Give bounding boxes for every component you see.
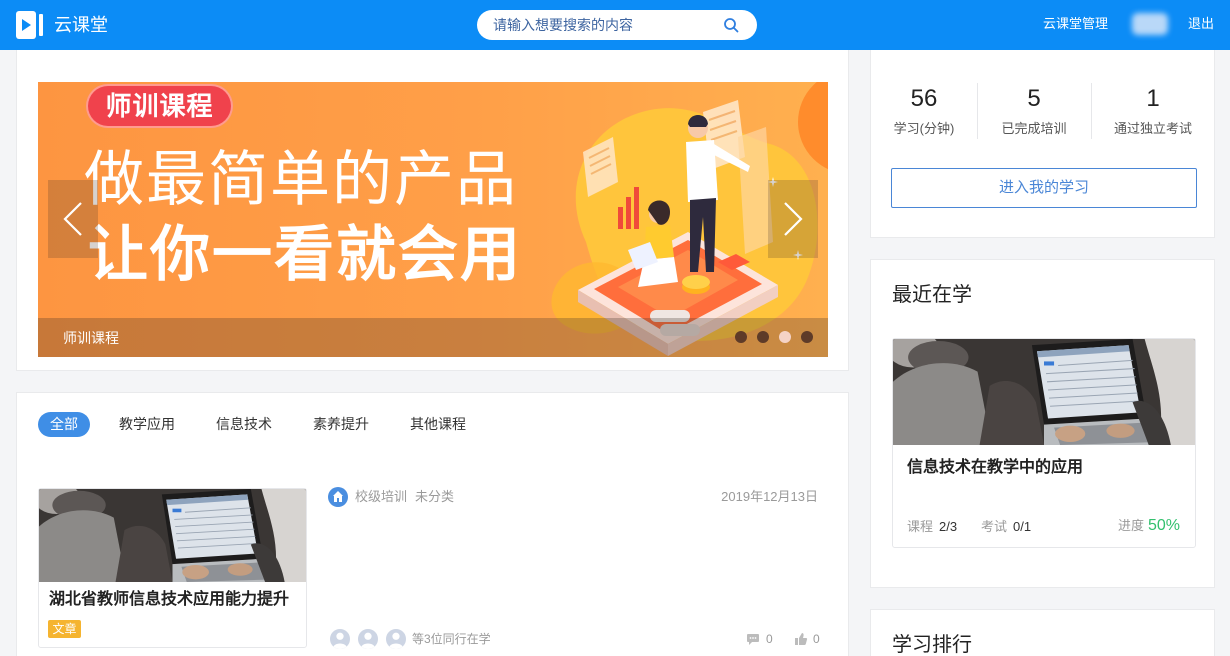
laptop-photo: [893, 339, 1195, 445]
learner-avatar[interactable]: [329, 628, 351, 650]
stat-label: 通过独立考试: [1113, 121, 1192, 136]
chevron-left-icon: [63, 202, 82, 236]
carousel-dot[interactable]: [757, 331, 769, 343]
tab-all[interactable]: 全部: [38, 412, 90, 437]
tab-information-technology[interactable]: 信息技术: [204, 412, 284, 437]
overall-progress: 进度 50%: [1118, 515, 1180, 537]
banner-caption: 师训课程: [63, 330, 119, 346]
recent-course-card[interactable]: 信息技术在教学中的应用 课程 2/3 考试 0/1 进度 50%: [892, 338, 1196, 548]
course-date: 2019年12月13日: [721, 489, 818, 504]
stat-value: 56: [910, 85, 938, 112]
course-list-card: 全部 教学应用 信息技术 素养提升 其他课程 湖北省教师信息技术应用能力提升 文…: [16, 392, 849, 656]
divider: [977, 83, 978, 139]
section-title: 最近在学: [892, 284, 972, 306]
banner-headline: 做最简单的产品: [84, 146, 518, 213]
enter-my-learning-button[interactable]: 进入我的学习: [891, 168, 1197, 208]
search-box: [477, 10, 757, 40]
progress-label: 进度: [1117, 518, 1144, 533]
banner-carousel[interactable]: 师训课程 做最简单的产品 让你一看就会用 师训课程: [38, 82, 828, 357]
chevron-right-icon: [784, 202, 803, 236]
laptop-photo: [39, 489, 306, 582]
lessons-progress: 课程 2/3: [907, 517, 957, 537]
progress-value: 50%: [1147, 517, 1180, 534]
tab-teaching-application[interactable]: 教学应用: [107, 412, 187, 437]
course-level[interactable]: 校级培训: [355, 489, 407, 505]
logo-play-icon[interactable]: [16, 11, 44, 39]
learners-count-text: 等3位同行在学: [412, 632, 491, 646]
like-count: 0: [813, 632, 820, 646]
user-icon: [332, 632, 348, 649]
exams-label: 考试: [981, 519, 1008, 534]
lessons-label: 课程: [907, 519, 934, 534]
top-navbar: 云课堂 云课堂管理 退出: [0, 0, 1230, 50]
course-tabs: 全部 教学应用 信息技术 素养提升 其他课程: [38, 412, 478, 437]
comment-icon[interactable]: [746, 632, 760, 646]
divider: [1091, 83, 1092, 139]
decor-circle: [798, 82, 828, 170]
app-name[interactable]: 云课堂: [54, 12, 108, 38]
admin-link[interactable]: 云课堂管理: [1043, 15, 1108, 33]
comment-count: 0: [766, 632, 773, 646]
stat-value: 1: [1146, 85, 1160, 112]
learning-stats-card: 56 学习(分钟) 5 已完成培训 1 通过独立考试 进入我的学习: [870, 44, 1215, 238]
learning-ranking-card: 学习排行: [870, 609, 1215, 656]
course-thumbnail: [39, 489, 306, 582]
learner-avatar[interactable]: [385, 628, 407, 650]
user-avatar[interactable]: [1132, 13, 1168, 35]
thumbs-up-icon[interactable]: [794, 632, 808, 646]
banner-prev-button[interactable]: [48, 180, 98, 258]
banner-subline: 让你一看就会用: [88, 221, 522, 288]
search-icon[interactable]: [723, 17, 739, 33]
tab-other-courses[interactable]: 其他课程: [398, 412, 478, 437]
search-input[interactable]: [493, 10, 719, 40]
banner-card: 师训课程 做最简单的产品 让你一看就会用 师训课程: [16, 44, 849, 371]
recent-learning-card: 最近在学 信息技术在教学中的应用 课程 2/3 考试 0/1 进度 50%: [870, 259, 1215, 588]
course-title[interactable]: 湖北省教师信息技术应用能力提升: [49, 589, 289, 611]
user-icon: [388, 632, 404, 649]
stat-label: 学习(分钟): [893, 121, 955, 136]
course-category[interactable]: 未分类: [415, 489, 454, 505]
lessons-value: 2/3: [939, 519, 958, 534]
tab-literacy-improvement[interactable]: 素养提升: [301, 412, 381, 437]
recent-course-title[interactable]: 信息技术在教学中的应用: [907, 457, 1083, 479]
section-title: 学习排行: [892, 634, 972, 656]
course-thumbnail: [893, 339, 1195, 445]
user-icon: [360, 632, 376, 649]
carousel-dot[interactable]: [735, 331, 747, 343]
carousel-dot[interactable]: [801, 331, 813, 343]
course-type-badge: 文章: [48, 620, 81, 638]
school-icon: [328, 487, 348, 507]
stat-value: 5: [1027, 85, 1041, 112]
banner-badge: 师训课程: [88, 86, 231, 126]
exams-value: 0/1: [1013, 519, 1032, 534]
carousel-indicators: [735, 331, 813, 343]
banner-next-button[interactable]: [768, 180, 818, 258]
logout-link[interactable]: 退出: [1188, 15, 1214, 33]
carousel-dot[interactable]: [779, 331, 791, 343]
exams-progress: 考试 0/1: [981, 517, 1031, 537]
learner-avatar[interactable]: [357, 628, 379, 650]
course-card[interactable]: 湖北省教师信息技术应用能力提升 文章: [38, 488, 307, 648]
stat-label: 已完成培训: [1001, 121, 1067, 136]
banner-caption-bar: 师训课程: [38, 318, 828, 357]
